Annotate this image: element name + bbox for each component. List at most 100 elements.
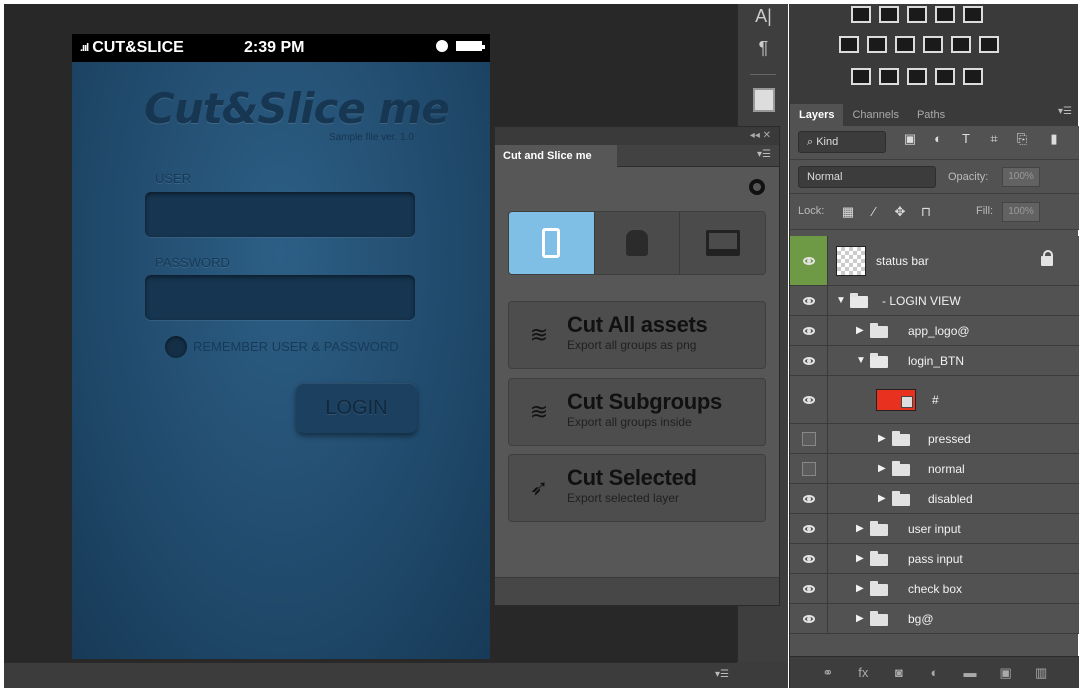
blend-mode-select[interactable]: Normal <box>798 166 936 188</box>
layer-row[interactable]: ▶ check box <box>790 574 1079 604</box>
lock-all-icon[interactable]: ⊓ <box>918 204 934 220</box>
opacity-input[interactable]: 100% <box>1002 167 1040 187</box>
tab-cut-and-slice[interactable]: Cut and Slice me <box>495 145 617 167</box>
visibility-toggle[interactable] <box>790 484 828 513</box>
levels-icon[interactable] <box>879 6 899 23</box>
platform-android-button[interactable] <box>594 212 681 274</box>
link-layers-icon[interactable]: ⚭ <box>820 665 836 680</box>
pixel-filter-icon[interactable]: ▣ <box>902 131 918 147</box>
fx-icon[interactable]: fx <box>855 665 871 680</box>
new-layer-icon[interactable]: ▣ <box>998 665 1014 680</box>
type-filter-icon[interactable]: T <box>958 131 974 147</box>
layer-row[interactable]: # <box>790 376 1079 424</box>
visibility-toggle[interactable] <box>790 454 828 483</box>
layer-row[interactable]: ▼ - LOGIN VIEW <box>790 286 1079 316</box>
signal-icon: .ııl <box>80 42 89 54</box>
visibility-toggle[interactable] <box>790 236 828 285</box>
layer-row[interactable]: ▶ disabled <box>790 484 1079 514</box>
trash-icon[interactable]: ▥ <box>1033 665 1049 680</box>
expand-arrow-icon[interactable]: ▼ <box>856 346 866 376</box>
panel-menu-icon[interactable]: ▾☰ <box>715 669 729 680</box>
opacity-label: Opacity: <box>948 171 989 183</box>
visibility-toggle[interactable] <box>790 574 828 603</box>
kind-filter-label: Kind <box>816 136 839 148</box>
expand-arrow-icon[interactable]: ▶ <box>878 484 886 514</box>
lock-position-icon[interactable]: ✥ <box>892 204 908 220</box>
paragraph-panel-icon[interactable]: ¶ <box>738 38 789 68</box>
expand-arrow-icon[interactable]: ▶ <box>856 604 864 634</box>
layer-row[interactable]: ▼ login_BTN <box>790 346 1079 376</box>
action-title: Cut Selected <box>567 465 697 490</box>
curves-icon[interactable] <box>907 6 927 23</box>
eye-icon <box>802 494 815 503</box>
color-lookup-icon[interactable] <box>979 36 999 53</box>
hue-saturation-icon[interactable] <box>839 36 859 53</box>
platform-desktop-button[interactable] <box>680 212 765 274</box>
visibility-toggle[interactable] <box>790 286 828 315</box>
photo-filter-icon[interactable] <box>923 36 943 53</box>
tool-divider <box>750 74 776 75</box>
layer-row[interactable]: ▶ app_logo@ <box>790 316 1079 346</box>
cut-subgroups-button[interactable]: ≋ Cut Subgroups Export all groups inside <box>508 378 766 446</box>
expand-arrow-icon[interactable]: ▶ <box>856 316 864 346</box>
invert-icon[interactable] <box>851 68 871 85</box>
cut-all-assets-button[interactable]: ≋ Cut All assets Export all groups as pn… <box>508 301 766 369</box>
tab-paths[interactable]: Paths <box>908 104 954 126</box>
search-icon: ⌕ <box>807 136 817 148</box>
folder-icon <box>870 521 888 536</box>
add-mask-icon[interactable]: ◙ <box>891 665 907 680</box>
threshold-icon[interactable] <box>907 68 927 85</box>
adjustments-panel <box>789 4 1078 100</box>
shape-filter-icon[interactable]: ⌗ <box>986 131 1002 147</box>
visibility-toggle[interactable] <box>790 424 828 453</box>
black-white-icon[interactable] <box>895 36 915 53</box>
adjustment-filter-icon[interactable]: ◐ <box>930 131 946 147</box>
platform-ios-button[interactable] <box>509 212 595 274</box>
layer-row[interactable]: status bar <box>790 236 1079 286</box>
gradient-map-icon[interactable] <box>963 68 983 85</box>
gear-icon[interactable] <box>749 179 765 195</box>
character-panel-icon[interactable]: A| <box>738 6 789 36</box>
expand-arrow-icon[interactable]: ▶ <box>878 454 886 484</box>
brightness-icon[interactable] <box>851 6 871 23</box>
visibility-toggle[interactable] <box>790 376 828 423</box>
color-balance-icon[interactable] <box>867 36 887 53</box>
visibility-toggle[interactable] <box>790 604 828 633</box>
expand-arrow-icon[interactable]: ▶ <box>856 574 864 604</box>
lock-pixels-icon[interactable]: ⁄ <box>866 204 882 220</box>
carrier-label: CUT&SLICE <box>92 39 184 56</box>
properties-panel-button[interactable] <box>738 84 789 114</box>
layer-row[interactable]: ▶ bg@ <box>790 604 1079 634</box>
panel-menu-icon[interactable]: ▾☰ <box>757 149 771 160</box>
visibility-toggle[interactable] <box>790 544 828 573</box>
lock-transparent-icon[interactable]: ▦ <box>840 204 856 220</box>
visibility-toggle[interactable] <box>790 514 828 543</box>
visibility-toggle[interactable] <box>790 346 828 375</box>
expand-arrow-icon[interactable]: ▶ <box>856 544 864 574</box>
exposure-icon[interactable] <box>935 6 955 23</box>
tab-layers[interactable]: Layers <box>790 104 844 126</box>
selective-color-icon[interactable] <box>935 68 955 85</box>
new-adjustment-icon[interactable]: ◐ <box>926 665 942 680</box>
filter-toggle-icon[interactable]: ▮ <box>1046 131 1062 147</box>
layer-row[interactable]: ▶ pass input <box>790 544 1079 574</box>
folder-icon <box>892 431 910 446</box>
layer-row[interactable]: ▶ pressed <box>790 424 1079 454</box>
channel-mixer-icon[interactable] <box>951 36 971 53</box>
panel-menu-icon[interactable]: ▾☰ <box>1058 106 1072 117</box>
fill-input[interactable]: 100% <box>1002 202 1040 222</box>
new-group-icon[interactable]: ▬ <box>962 665 978 680</box>
cut-selected-button[interactable]: ➶ Cut Selected Export selected layer <box>508 454 766 522</box>
smart-object-filter-icon[interactable]: ⎘ <box>1014 131 1030 147</box>
expand-arrow-icon[interactable]: ▶ <box>856 514 864 544</box>
expand-arrow-icon[interactable]: ▼ <box>836 286 846 316</box>
layer-row[interactable]: ▶ normal <box>790 454 1079 484</box>
posterize-icon[interactable] <box>879 68 899 85</box>
vibrance-icon[interactable] <box>963 6 983 23</box>
kind-filter-select[interactable]: ⌕ Kind <box>798 131 886 153</box>
tab-channels[interactable]: Channels <box>843 104 907 126</box>
visibility-toggle[interactable] <box>790 316 828 345</box>
expand-arrow-icon[interactable]: ▶ <box>878 424 886 454</box>
layer-row[interactable]: ▶ user input <box>790 514 1079 544</box>
panel-titlebar[interactable]: ◂◂ ✕ <box>495 127 779 145</box>
